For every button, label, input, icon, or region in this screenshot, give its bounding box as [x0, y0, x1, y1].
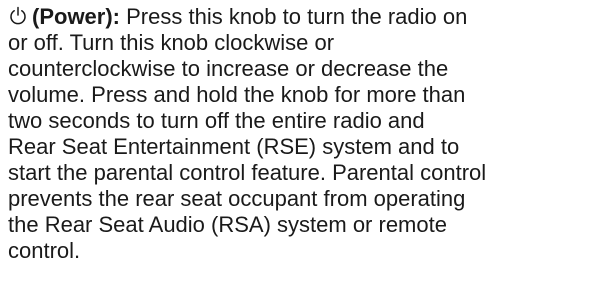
- text-line: counterclockwise to increase or decrease…: [8, 56, 449, 81]
- text-line: or off. Turn this knob clockwise or: [8, 30, 335, 55]
- text-line: volume. Press and hold the knob for more…: [8, 82, 466, 107]
- text-line: Press this knob to turn the radio on: [126, 4, 468, 29]
- text-line: prevents the rear seat occupant from ope…: [8, 186, 466, 211]
- text-line: control.: [8, 238, 81, 263]
- document-page: (Power): Press this knob to turn the rad…: [0, 0, 601, 297]
- power-knob-description: (Power): Press this knob to turn the rad…: [8, 4, 595, 264]
- power-icon: [8, 6, 28, 26]
- text-line: two seconds to turn off the entire radio…: [8, 108, 425, 133]
- term-label: (Power):: [32, 4, 120, 29]
- text-line: the Rear Seat Audio (RSA) system or remo…: [8, 212, 447, 237]
- text-line: Rear Seat Entertainment (RSE) system and…: [8, 134, 460, 159]
- text-line: start the parental control feature. Pare…: [8, 160, 487, 185]
